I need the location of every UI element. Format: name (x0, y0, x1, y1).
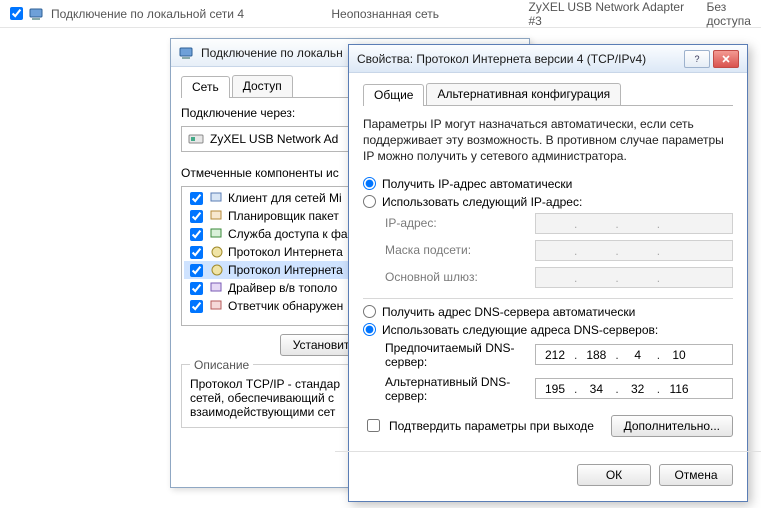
component-checkbox[interactable] (190, 300, 203, 313)
client-icon (210, 191, 224, 205)
tab-general[interactable]: Общие (363, 84, 424, 106)
ip-manual-label: Использовать следующий IP-адрес: (382, 195, 582, 209)
component-checkbox[interactable] (190, 246, 203, 259)
tabstrip: Общие Альтернативная конфигурация (363, 83, 733, 106)
ip-address-input: ... (535, 213, 733, 234)
ip-address-label: IP-адрес: (385, 216, 535, 230)
close-icon (721, 54, 731, 64)
dns-manual-radio[interactable] (363, 323, 376, 336)
dns-alt-oct4[interactable] (660, 379, 698, 398)
dns-alt-oct3[interactable] (619, 379, 657, 398)
description-label: Описание (190, 358, 253, 372)
subnet-mask-label: Маска подсети: (385, 243, 535, 257)
adapter-name: ZyXEL USB Network Ad (210, 132, 338, 146)
dns-pref-input[interactable]: . . . (535, 344, 733, 365)
protocol-icon (210, 263, 224, 277)
dns-auto-radio[interactable] (363, 305, 376, 318)
dns-alt-label: Альтернативный DNS-сервер: (385, 375, 535, 403)
svg-text:?: ? (694, 54, 699, 64)
dns-alt-oct1[interactable] (536, 379, 574, 398)
dns-pref-oct2[interactable] (577, 345, 615, 364)
ipv4-description: Параметры IP могут назначаться автоматич… (363, 116, 733, 165)
connection-name: Подключение по локальной сети 4 (51, 7, 244, 21)
connection-access: Без доступа (707, 0, 751, 28)
help-icon: ? (692, 54, 702, 64)
help-button[interactable]: ? (684, 50, 710, 68)
nic-icon (188, 131, 204, 147)
connection-list-row: Подключение по локальной сети 4 Неопозна… (0, 0, 761, 28)
dns-manual-label: Использовать следующие адреса DNS-сервер… (382, 323, 658, 337)
tab-network[interactable]: Сеть (181, 76, 230, 98)
driver-icon (210, 281, 224, 295)
gateway-label: Основной шлюз: (385, 270, 535, 284)
ip-manual-radio[interactable] (363, 195, 376, 208)
ip-auto-label: Получить IP-адрес автоматически (382, 177, 572, 191)
scheduler-icon (210, 209, 224, 223)
connection-adapter: ZyXEL USB Network Adapter #3 (528, 0, 700, 28)
tab-alt-config[interactable]: Альтернативная конфигурация (426, 83, 621, 105)
tab-sharing[interactable]: Доступ (232, 75, 293, 97)
titlebar[interactable]: Свойства: Протокол Интернета версии 4 (T… (349, 45, 747, 73)
dns-pref-oct4[interactable] (660, 345, 698, 364)
dns-pref-label: Предпочитаемый DNS-сервер: (385, 341, 535, 369)
component-checkbox[interactable] (190, 210, 203, 223)
subnet-mask-input: ... (535, 240, 733, 261)
validate-label: Подтвердить параметры при выходе (389, 419, 594, 433)
component-checkbox[interactable] (190, 282, 203, 295)
cancel-button[interactable]: Отмена (659, 464, 733, 486)
network-adapter-icon (29, 6, 45, 22)
ok-button[interactable]: ОК (577, 464, 651, 486)
dns-fields: Предпочитаемый DNS-сервер: . . . Альтерн… (385, 341, 733, 403)
protocol-icon (210, 245, 224, 259)
dns-auto-label: Получить адрес DNS-сервера автоматически (382, 305, 635, 319)
network-adapter-icon (179, 45, 195, 61)
dns-alt-input[interactable]: . . . (535, 378, 733, 399)
window-title: Подключение по локальн (201, 46, 343, 60)
dns-pref-oct1[interactable] (536, 345, 574, 364)
dns-alt-oct2[interactable] (577, 379, 615, 398)
component-checkbox[interactable] (190, 228, 203, 241)
window-title: Свойства: Протокол Интернета версии 4 (T… (357, 52, 646, 66)
advanced-button[interactable]: Дополнительно... (611, 415, 733, 437)
connection-checkbox[interactable] (10, 7, 23, 20)
ip-auto-radio[interactable] (363, 177, 376, 190)
gateway-input: ... (535, 267, 733, 288)
fileshare-icon (210, 227, 224, 241)
connection-status: Неопознанная сеть (331, 7, 439, 21)
dns-pref-oct3[interactable] (619, 345, 657, 364)
ipv4-properties-window: Свойства: Протокол Интернета версии 4 (T… (348, 44, 748, 502)
responder-icon (210, 299, 224, 313)
validate-checkbox[interactable] (367, 419, 380, 432)
component-checkbox[interactable] (190, 192, 203, 205)
component-checkbox[interactable] (190, 264, 203, 277)
close-button[interactable] (713, 50, 739, 68)
ip-fields: IP-адрес: ... Маска подсети: ... Основно… (385, 213, 733, 288)
